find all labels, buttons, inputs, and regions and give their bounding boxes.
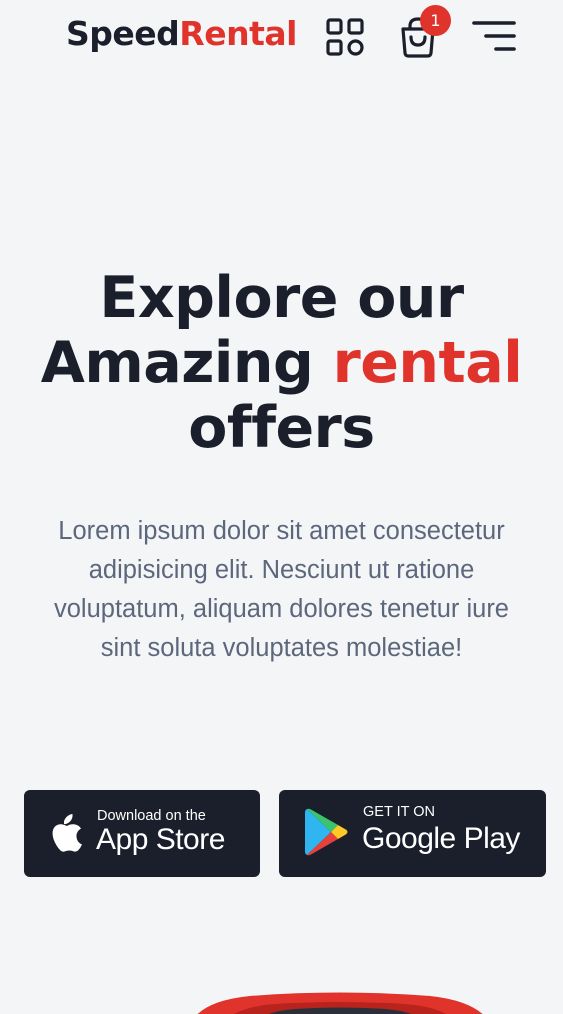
- page-frame: SpeedRental 1 Explore our Amazing rental…: [0, 0, 563, 1014]
- hero-title: Explore our Amazing rental offers: [0, 266, 563, 461]
- google-play-big-text: Google Play: [362, 822, 520, 855]
- app-store-small-text: Download on the: [97, 808, 206, 824]
- hero-title-line1: Explore our: [99, 265, 464, 331]
- apple-icon: [52, 814, 82, 852]
- logo-speed: Speed: [66, 14, 180, 53]
- hero-description: Lorem ipsum dolor sit amet consectetur a…: [53, 517, 509, 662]
- cart-count-badge: 1: [420, 5, 451, 36]
- logo-rental: Rental: [179, 14, 297, 53]
- google-play-button[interactable]: GET IT ON Google Play: [279, 790, 546, 877]
- app-store-big-text: App Store: [96, 823, 225, 856]
- logo[interactable]: SpeedRental: [66, 14, 297, 53]
- google-play-icon: [305, 808, 348, 856]
- hero-title-line2: Amazing rental: [0, 331, 563, 396]
- menu-icon[interactable]: [472, 18, 516, 54]
- hero-title-line3: offers: [188, 395, 375, 461]
- google-play-small-text: GET IT ON: [363, 804, 435, 820]
- grid-icon[interactable]: [326, 18, 364, 56]
- hero-title-line2-prefix: Amazing: [40, 330, 333, 396]
- car-image: [197, 992, 483, 1014]
- hero-title-accent: rental: [332, 330, 523, 396]
- app-store-button[interactable]: Download on the App Store: [24, 790, 260, 877]
